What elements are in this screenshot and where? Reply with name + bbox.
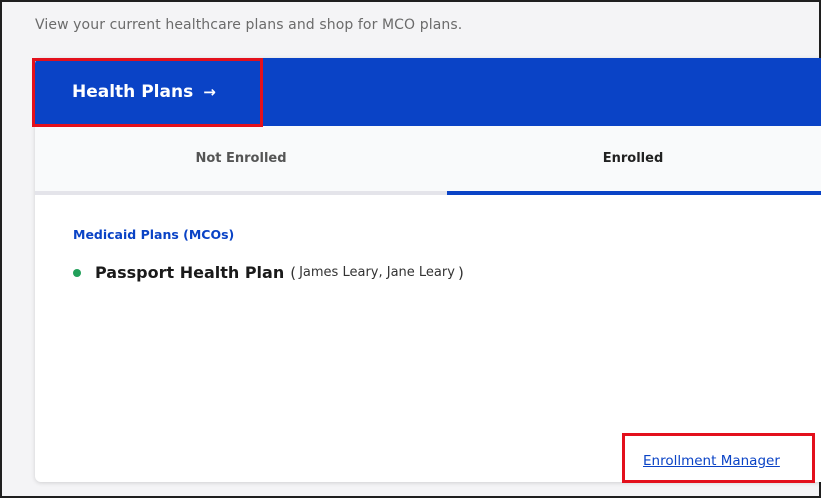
plan-name: Passport Health Plan <box>95 263 285 282</box>
health-plans-header-link[interactable]: Health Plans → <box>35 58 263 126</box>
open-paren: ( <box>290 263 297 282</box>
close-paren: ) <box>457 263 464 282</box>
plan-tabs: Not Enrolled Enrolled <box>35 126 821 195</box>
page-description: View your current healthcare plans and s… <box>35 17 463 33</box>
enrollment-manager-link[interactable]: Enrollment Manager <box>643 453 780 469</box>
arrow-right-icon: → <box>203 83 216 101</box>
plan-list-item: Passport Health Plan ( James Leary, Jane… <box>73 263 464 282</box>
card-header: Health Plans → <box>35 58 821 126</box>
health-plans-title: Health Plans <box>72 82 194 102</box>
page-frame: View your current healthcare plans and s… <box>0 0 821 498</box>
section-title-medicaid-plans: Medicaid Plans (MCOs) <box>73 227 235 242</box>
tab-enrolled[interactable]: Enrolled <box>447 126 821 195</box>
tab-label: Not Enrolled <box>195 151 287 166</box>
tab-label: Enrolled <box>602 151 664 166</box>
tab-not-enrolled[interactable]: Not Enrolled <box>35 126 447 195</box>
plan-members: James Leary, Jane Leary <box>299 265 455 280</box>
health-plans-card: Health Plans → Not Enrolled Enrolled Med… <box>35 58 821 482</box>
status-dot-icon <box>73 268 81 277</box>
